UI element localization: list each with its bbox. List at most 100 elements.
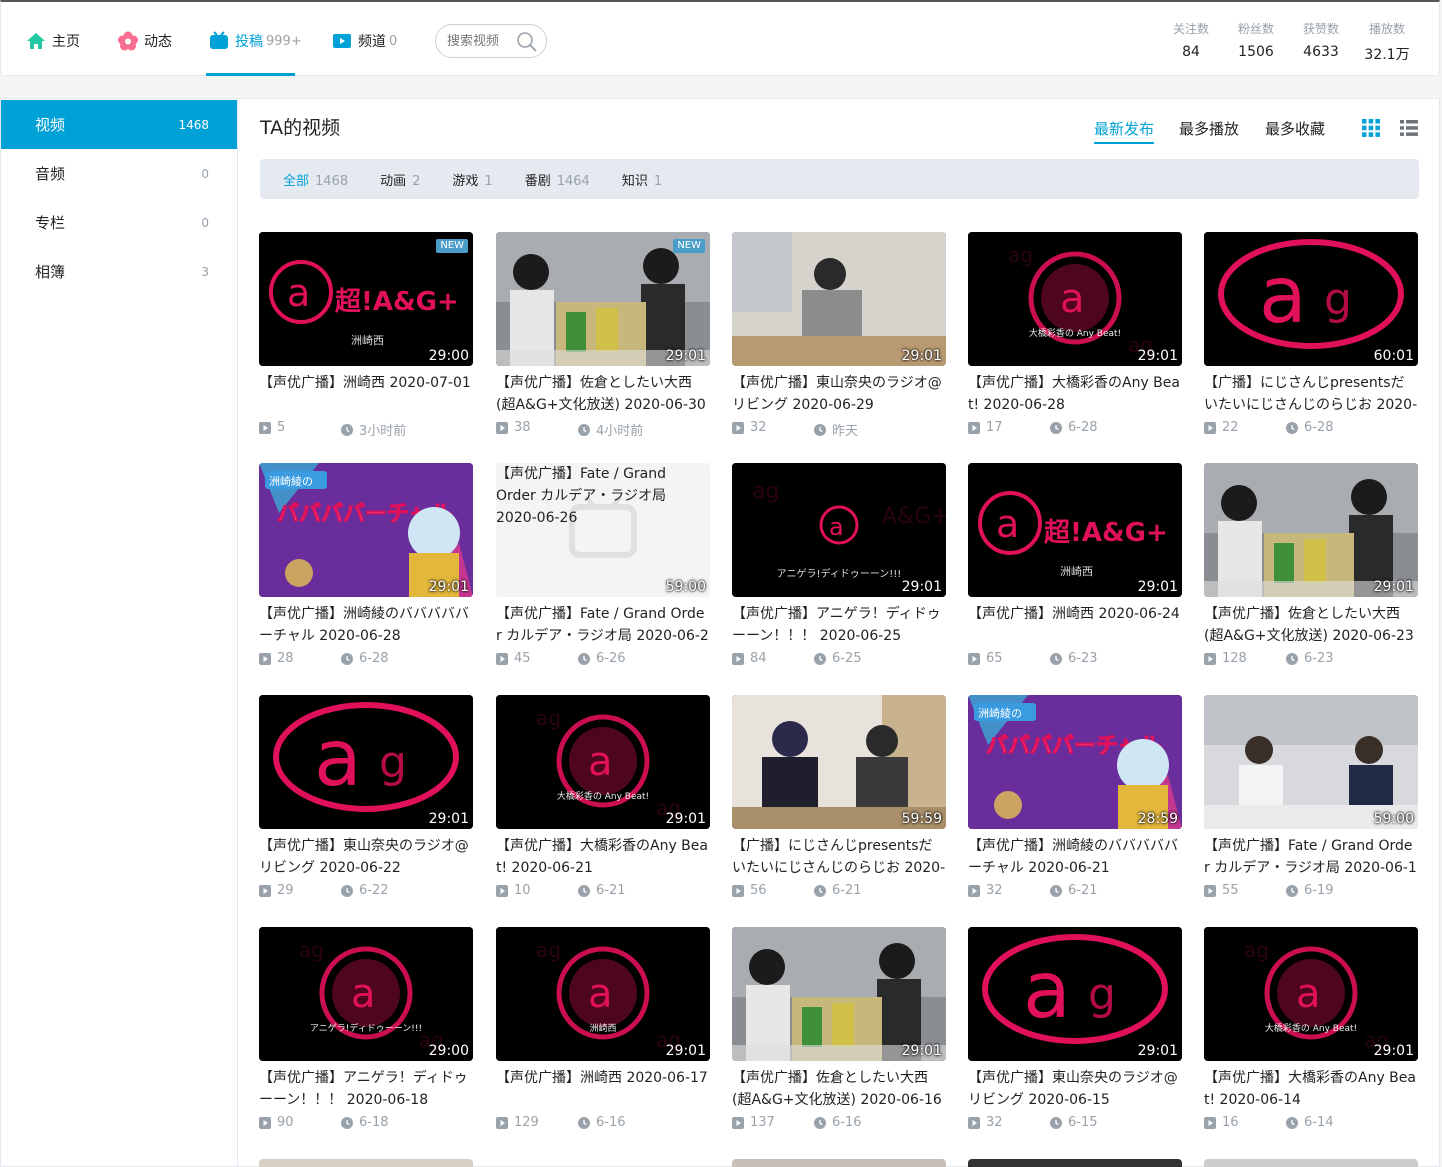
video-title[interactable]: 【声优广播】Fate / Grand Order カルデア・ラジオ局 2020-… [1204,835,1418,879]
video-card[interactable]: 29:01 【声优广播】佐倉としたい大西(超A&G+文化放送) 2020-06-2… [1204,463,1418,669]
sidebar-item-album[interactable]: 相簿 3 [1,247,237,296]
filter-label: 番剧 [524,173,551,189]
sort-tab-latest[interactable]: 最新发布 [1094,118,1155,144]
video-title[interactable]: 【声优广播】大橋彩香のAny Beat! 2020-06-21 [496,835,710,879]
video-title[interactable]: 【声优广播】アニゲラ！ディドゥーーン！！！ 2020-06-25 [732,603,946,647]
search-icon[interactable] [516,31,538,57]
sidebar-item-video[interactable]: 视频 1468 [1,100,237,149]
thumb-logo-text: 超!A&G+ [1044,518,1168,548]
filter-knowledge[interactable]: 知识 1 [622,170,662,189]
video-thumbnail[interactable]: a 超!A&G+ 洲崎西 29:01 [968,463,1182,597]
video-title[interactable]: 【声优广播】東山奈央のラジオ@リビング 2020-06-29 [732,372,946,416]
video-title[interactable]: 【声优广播】洲崎西 2020-07-01 [259,372,473,416]
video-card[interactable]: a g 29:01 【声优广播】東山奈央のラジオ@リビング 2020-06-22 … [259,695,473,901]
video-title[interactable]: 【声优广播】佐倉としたい大西(超A&G+文化放送) 2020-06-30 [496,372,710,416]
video-card[interactable]: a アニゲラ!ディドゥーーン!!! ag ag 29:00 【声优广播】アニゲラ！… [259,927,473,1133]
video-thumbnail[interactable]: 洲崎綾の ババババーチャル 29:01 [259,463,473,597]
video-thumbnail[interactable]: a 大橋彩香の Any Beat! ag ag 29:01 [1204,927,1418,1061]
video-title[interactable]: 【广播】にじさんじpresentsだいたいにじさんじのらじお 2020-06-2… [1204,372,1418,416]
video-card[interactable]: a アニゲラ!ディドゥーーン!!! ag A&G+ 29:01 【声优广播】アニゲ… [732,463,946,669]
video-card[interactable]: 29:01 【声优广播】東山奈央のラジオ@リビング 2020-06-29 32 昨… [732,232,946,439]
stat-following[interactable]: 关注数 84 [1161,20,1221,60]
sort-tab-most-favorited[interactable]: 最多收藏 [1265,118,1325,139]
nav-dynamic[interactable]: 动态 [117,24,172,58]
grid-view-icon[interactable] [1362,119,1380,141]
video-card[interactable]: a 超!A&G+ 洲崎西 NEW 29:00 【声优广播】洲崎西 2020-07-0… [259,232,473,439]
clock-icon [1050,1116,1062,1129]
video-title[interactable]: 【声优广播】東山奈央のラジオ@リビング 2020-06-15 [968,1067,1182,1111]
filter-game[interactable]: 游戏 1 [452,170,492,189]
video-card[interactable]: a g 60:01 【广播】にじさんじpresentsだいたいにじさんじのらじお … [1204,232,1418,438]
clock-icon [578,884,590,897]
filter-animation[interactable]: 动画 2 [380,170,420,189]
video-thumbnail[interactable]: a 大橋彩香の Any Beat! ag ag 29:01 [496,695,710,829]
video-thumbnail[interactable]: 29:01 [732,927,946,1061]
video-title[interactable]: 【声优广播】洲崎綾のバババババーチャル 2020-06-28 [259,603,473,647]
video-thumbnail[interactable]: a g 29:01 [968,927,1182,1061]
stat-followers[interactable]: 粉丝数 1506 [1226,20,1286,60]
video-title[interactable]: 【声优广播】洲崎綾のバババババーチャル 2020-06-21 [968,835,1182,879]
video-thumbnail[interactable]: 洲崎綾の ババババーチャル 28:59 [968,695,1182,829]
video-title[interactable]: 【声优广播】洲崎西 2020-06-24 [968,603,1182,647]
sort-tab-most-played[interactable]: 最多播放 [1179,118,1239,139]
video-thumbnail[interactable]: 【声优广播】Fate / Grand Order カルデア・ラジオ局 2020-… [496,463,710,597]
sidebar-item-audio[interactable]: 音频 0 [1,149,237,198]
video-thumbnail[interactable]: a 超!A&G+ 洲崎西 NEW 29:00 [259,232,473,366]
video-title[interactable]: 【声优广播】大橋彩香のAny Beat! 2020-06-14 [1204,1067,1418,1111]
video-card[interactable]: a 超!A&G+ 洲崎西 29:01 【声优广播】洲崎西 2020-06-24 6… [968,463,1182,669]
video-thumbnail[interactable]: 59:00 [1204,695,1418,829]
video-card[interactable]: 59:59 【广播】にじさんじpresentsだいたいにじさんじのらじお 2020… [732,695,946,901]
search-box[interactable] [435,24,547,58]
play-count-value: 90 [277,1115,294,1130]
video-thumbnail[interactable]: 29:01 [732,232,946,366]
broken-image: 【声优广播】Fate / Grand Order カルデア・ラジオ局 2020-… [496,463,710,597]
video-thumbnail[interactable]: a アニゲラ!ディドゥーーン!!! ag ag 29:00 [259,927,473,1061]
video-thumbnail[interactable]: 29:01 [1204,463,1418,597]
play-count-icon [496,1116,508,1129]
video-thumbnail[interactable]: a アニゲラ!ディドゥーーン!!! ag A&G+ 29:01 [732,463,946,597]
video-duration: 29:01 [1137,1043,1178,1059]
play-count-icon [1204,421,1216,434]
video-thumbnail[interactable]: a 大橋彩香の Any Beat! ag ag 29:01 [968,232,1182,366]
video-title[interactable]: 【声优广播】佐倉としたい大西(超A&G+文化放送) 2020-06-23 [1204,603,1418,647]
svg-text:ag: ag [1244,938,1269,962]
nav-channel[interactable]: 频道 0 [331,24,397,58]
video-card[interactable]: 59:00 【声优广播】Fate / Grand Order カルデア・ラジオ局 … [1204,695,1418,901]
play-count-icon [1204,1116,1216,1129]
video-card[interactable]: NEW 29:01 【声优广播】佐倉としたい大西(超A&G+文化放送) 2020-0… [496,232,710,439]
video-card[interactable]: 【声优广播】Fate / Grand Order カルデア・ラジオ局 2020-… [496,463,710,669]
video-card[interactable]: a 大橋彩香の Any Beat! ag ag 29:01 【声优广播】大橋彩香の… [1204,927,1418,1133]
video-card[interactable]: a 大橋彩香の Any Beat! ag ag 29:01 【声优广播】大橋彩香の… [496,695,710,901]
video-card[interactable]: 29:01 【声优广播】佐倉としたい大西(超A&G+文化放送) 2020-06-1… [732,927,946,1133]
list-view-icon[interactable] [1400,119,1418,141]
play-count-icon [496,421,508,434]
video-card[interactable]: a 大橋彩香の Any Beat! ag ag 29:01 【声优广播】大橋彩香の… [968,232,1182,438]
video-title[interactable]: 【声优广播】Fate / Grand Order カルデア・ラジオ局 2020-… [496,603,710,647]
video-card[interactable]: a 洲崎西 ag ag 29:01 【声优广播】洲崎西 2020-06-17 12… [496,927,710,1133]
video-thumbnail[interactable]: a 洲崎西 ag ag 29:01 [496,927,710,1061]
search-input[interactable] [447,33,517,49]
nav-submit[interactable]: 投稿 999+ [208,24,302,58]
filter-bangumi[interactable]: 番剧 1464 [525,170,590,189]
video-title[interactable]: 【广播】にじさんじpresentsだいたいにじさんじのらじお 2020-06-2… [732,835,946,879]
video-thumbnail[interactable]: NEW 29:01 [496,232,710,366]
filter-all[interactable]: 全部 1468 [283,170,348,189]
video-card[interactable]: 洲崎綾の ババババーチャル 29:01 【声优广播】洲崎綾のバババババーチャル 2… [259,463,473,669]
upload-time-value: 6-23 [1068,651,1098,666]
video-thumbnail[interactable]: 59:59 [732,695,946,829]
video-title[interactable]: 【声优广播】洲崎西 2020-06-17 [496,1067,710,1111]
video-title[interactable]: 【声优广播】佐倉としたい大西(超A&G+文化放送) 2020-06-16 [732,1067,946,1111]
video-thumbnail[interactable]: a g 29:01 [259,695,473,829]
nav-home[interactable]: 主页 [25,24,80,58]
video-title[interactable]: 【声优广播】アニゲラ！ディドゥーーン！！！ 2020-06-18 [259,1067,473,1111]
sidebar-item-article[interactable]: 专栏 0 [1,198,237,247]
video-card[interactable]: a g 29:01 【声优广播】東山奈央のラジオ@リビング 2020-06-15 … [968,927,1182,1133]
video-meta: 129 6-16 [496,1115,710,1133]
filter-label: 动画 [380,173,407,189]
video-thumbnail[interactable]: a g 60:01 [1204,232,1418,366]
video-title[interactable]: 【声优广播】大橋彩香のAny Beat! 2020-06-28 [968,372,1182,416]
play-count-icon [259,421,271,434]
video-meta: 32 6-21 [968,883,1182,901]
video-title[interactable]: 【声优广播】東山奈央のラジオ@リビング 2020-06-22 [259,835,473,879]
video-card[interactable]: 洲崎綾の ババババーチャル 28:59 【声优广播】洲崎綾のバババババーチャル 2… [968,695,1182,901]
